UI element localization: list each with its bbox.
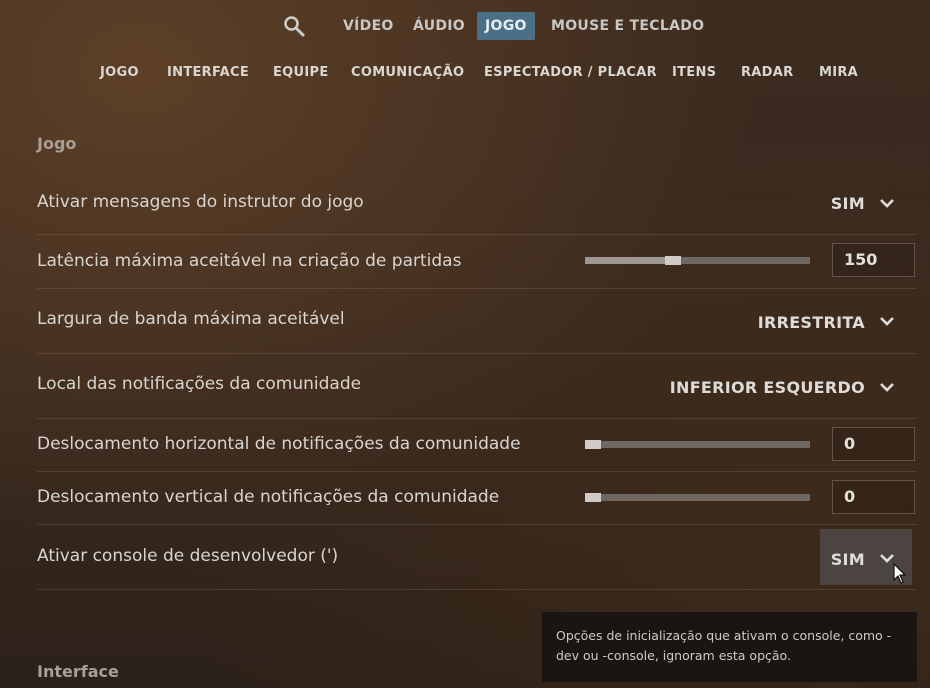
tab-jogo[interactable]: JOGO [477, 12, 535, 40]
setting-row-desloc-horizontal: Deslocamento horizontal de notificações … [37, 419, 917, 471]
dropdown-console[interactable]: SIM [831, 550, 865, 569]
subtab-espectador-placar[interactable]: ESPECTADOR / PLACAR [484, 62, 657, 84]
row-divider [37, 589, 917, 590]
setting-row-largura-banda: Largura de banda máxima aceitável IRREST… [37, 289, 917, 353]
subtab-comunicacao[interactable]: COMUNICAÇÃO [351, 62, 464, 84]
search-icon[interactable] [282, 14, 306, 38]
tab-audio[interactable]: ÁUDIO [413, 12, 465, 40]
subtab-interface[interactable]: INTERFACE [167, 62, 249, 84]
subtab-radar[interactable]: RADAR [741, 62, 793, 84]
setting-label: Ativar mensagens do instrutor do jogo [37, 192, 364, 212]
tab-mouse-e-teclado[interactable]: MOUSE E TECLADO [551, 12, 704, 40]
chevron-down-icon[interactable] [879, 381, 895, 393]
setting-label: Largura de banda máxima aceitável [37, 309, 345, 329]
setting-label: Deslocamento horizontal de notificações … [37, 434, 521, 454]
value-field-latencia[interactable]: 150 [832, 243, 915, 277]
setting-label: Local das notificações da comunidade [37, 374, 362, 394]
setting-row-local-notificacoes: Local das notificações da comunidade INF… [37, 354, 917, 418]
setting-label: Latência máxima aceitável na criação de … [37, 251, 462, 271]
slider-desloc-horizontal[interactable] [585, 440, 810, 449]
slider-thumb[interactable] [585, 493, 601, 502]
dropdown-instrutor[interactable]: SIM [831, 194, 865, 213]
sub-nav: JOGO INTERFACE EQUIPE COMUNICAÇÃO ESPECT… [0, 62, 930, 84]
subtab-mira[interactable]: MIRA [819, 62, 858, 84]
chevron-down-icon[interactable] [879, 197, 895, 209]
setting-label: Deslocamento vertical de notificações da… [37, 487, 500, 507]
setting-row-latencia: Latência máxima aceitável na criação de … [37, 235, 917, 289]
chevron-down-icon[interactable] [879, 315, 895, 327]
tooltip: Opções de inicialização que ativam o con… [542, 612, 917, 682]
subtab-equipe[interactable]: EQUIPE [273, 62, 329, 84]
slider-latencia[interactable] [585, 256, 810, 265]
value-field-desloc-horizontal[interactable]: 0 [832, 427, 915, 461]
value-field-desloc-vertical[interactable]: 0 [832, 480, 915, 514]
setting-row-desloc-vertical: Deslocamento vertical de notificações da… [37, 472, 917, 524]
dropdown-local-notificacoes[interactable]: INFERIOR ESQUERDO [670, 378, 865, 397]
slider-desloc-vertical[interactable] [585, 493, 810, 502]
slider-thumb[interactable] [665, 256, 681, 265]
setting-label: Ativar console de desenvolvedor (') [37, 546, 339, 566]
section-title-interface: Interface [37, 662, 119, 681]
mouse-cursor-icon [893, 563, 907, 584]
subtab-itens[interactable]: ITENS [672, 62, 716, 84]
slider-thumb[interactable] [585, 440, 601, 449]
setting-row-console: Ativar console de desenvolvedor (') SIM [37, 525, 917, 589]
slider-fill [585, 257, 667, 264]
section-title-jogo: Jogo [37, 134, 77, 153]
top-nav: VÍDEO ÁUDIO JOGO MOUSE E TECLADO [0, 12, 930, 40]
tab-video[interactable]: VÍDEO [343, 12, 394, 40]
dropdown-largura-banda[interactable]: IRRESTRITA [758, 313, 865, 332]
setting-row-instrutor: Ativar mensagens do instrutor do jogo SI… [37, 180, 917, 234]
subtab-jogo[interactable]: JOGO [100, 62, 139, 84]
